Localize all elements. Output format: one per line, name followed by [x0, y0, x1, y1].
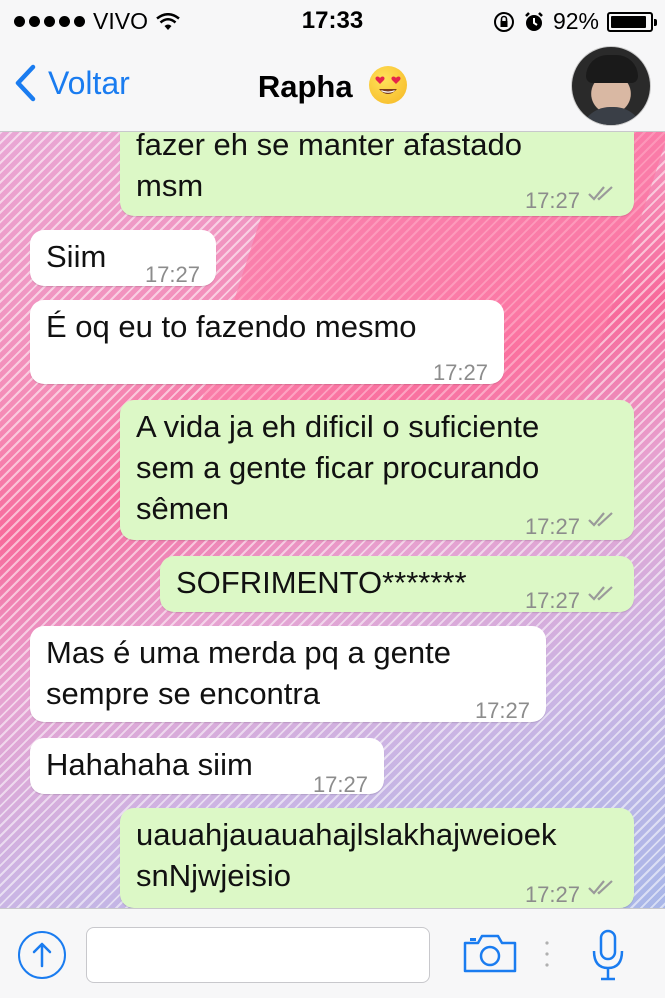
message-bubble-incoming[interactable]: Mas é uma merda pq a gente sempre se enc… — [30, 626, 546, 723]
message-time: 17:27 — [524, 514, 580, 539]
message-time: 17:27 — [524, 882, 580, 907]
message-text: É oq eu to fazendo mesmo — [46, 309, 417, 344]
camera-icon — [463, 934, 517, 973]
double-check-icon — [588, 512, 613, 527]
message-bubble-outgoing[interactable]: uauahjauauahajlslakhajweioek snNjwjeisio… — [120, 808, 634, 908]
status-bar: VIVO 17:33 92% — [0, 0, 665, 42]
message-text: SOFRIMENTO******* — [176, 565, 467, 600]
message-bubble-outgoing[interactable]: SOFRIMENTO******* 17:27 — [160, 556, 634, 613]
nav-bar: Voltar Rapha — [0, 42, 665, 132]
input-bar — [0, 908, 665, 998]
camera-button[interactable] — [462, 931, 518, 980]
double-check-icon — [588, 186, 613, 201]
message-time: 17:27 — [524, 588, 580, 613]
heart-eyes-emoji-icon — [369, 66, 408, 104]
battery-percent: 92% — [552, 8, 599, 34]
status-right: 92% — [493, 8, 657, 35]
message-bubble-incoming[interactable]: Hahahaha siim 17:27 — [30, 738, 384, 797]
message-text: Siim — [46, 239, 107, 274]
message-time: 17:27 — [432, 360, 488, 385]
arrow-up-icon — [32, 942, 52, 968]
message-bubble-incoming[interactable]: É oq eu to fazendo mesmo 17:27 — [30, 300, 504, 385]
chat-area[interactable]: fazer eh se manter afastado msm 17:27 Si… — [0, 132, 665, 908]
double-check-icon — [588, 586, 613, 601]
message-bubble-outgoing[interactable]: fazer eh se manter afastado msm 17:27 — [120, 132, 634, 216]
separator-dots — [545, 941, 549, 967]
message-time: 17:27 — [474, 698, 530, 723]
message-bubble-outgoing[interactable]: A vida ja eh dificil o suficiente sem a … — [120, 400, 634, 540]
message-text: Mas é uma merda pq a gente sempre se enc… — [46, 635, 451, 711]
attach-button[interactable] — [18, 931, 66, 979]
message-text: Hahahaha siim — [46, 747, 253, 782]
message-time: 17:27 — [144, 262, 200, 287]
microphone-button[interactable] — [590, 929, 626, 988]
message-input[interactable] — [86, 927, 430, 983]
message-time: 17:27 — [312, 772, 368, 797]
rotation-lock-icon — [493, 11, 514, 32]
battery-icon — [607, 11, 657, 32]
alarm-icon — [525, 11, 543, 31]
message-time: 17:27 — [524, 188, 580, 213]
message-bubble-incoming[interactable]: Siim 17:27 — [30, 230, 216, 287]
double-check-icon — [588, 880, 613, 895]
microphone-icon — [592, 929, 624, 981]
contact-avatar[interactable] — [571, 46, 651, 126]
contact-name-title[interactable]: Rapha — [0, 66, 665, 105]
contact-name: Rapha — [257, 69, 353, 104]
battery-fill — [611, 15, 646, 28]
